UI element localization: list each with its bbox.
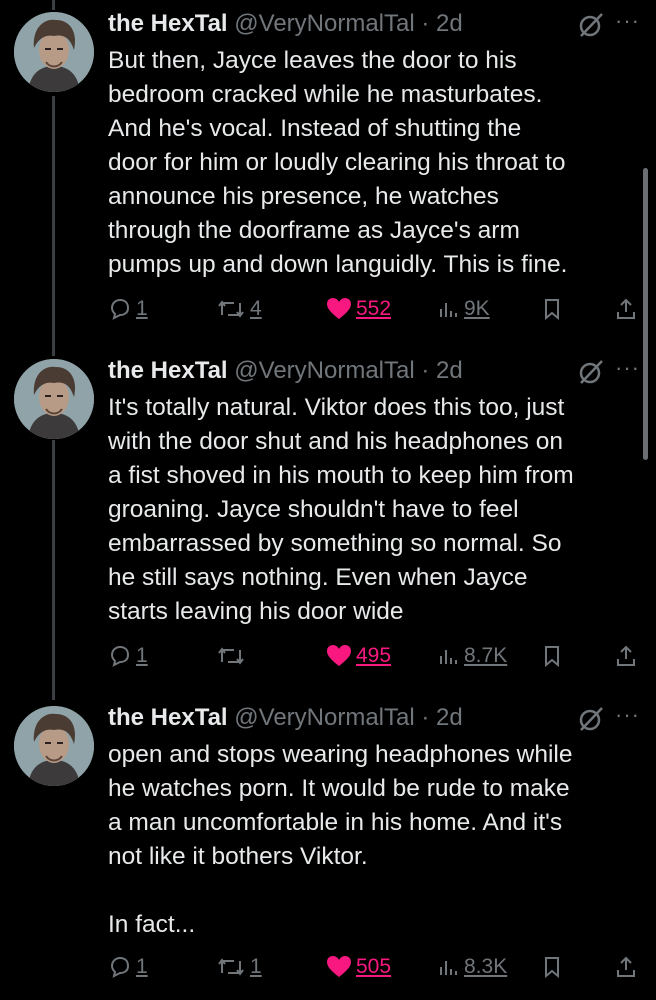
tweet-header: the HexTal @VeryNormalTal · 2d xyxy=(108,704,646,734)
tweet-text: But then, Jayce leaves the door to his b… xyxy=(108,47,568,278)
heart-icon xyxy=(326,955,352,979)
more-icon[interactable]: ··· xyxy=(615,702,640,728)
retweet-icon xyxy=(216,644,246,668)
author-name[interactable]: the HexTal xyxy=(108,10,228,37)
views-button[interactable]: 8.3K xyxy=(436,952,507,982)
action-bar: 1 4 552 9K xyxy=(108,294,648,324)
bookmark-icon xyxy=(540,644,564,668)
reply-count: 1 xyxy=(136,955,148,978)
avatar[interactable] xyxy=(14,359,94,439)
tweet-text: It's totally natural. Viktor does this t… xyxy=(108,394,574,625)
retweet-icon xyxy=(216,297,246,321)
retweet-button[interactable]: 4 xyxy=(216,294,262,324)
more-icon[interactable]: ··· xyxy=(615,355,640,381)
like-button[interactable]: 505 xyxy=(326,952,391,982)
author-handle[interactable]: @VeryNormalTal xyxy=(234,10,414,37)
tweet-header: the HexTal @VeryNormalTal · 2d xyxy=(108,357,646,387)
avatar[interactable] xyxy=(14,12,94,92)
heart-icon xyxy=(326,644,352,668)
bookmark-icon xyxy=(540,955,564,979)
like-button[interactable]: 495 xyxy=(326,641,391,671)
grok-icon[interactable] xyxy=(576,704,606,734)
retweet-button[interactable] xyxy=(216,641,250,671)
reply-button[interactable]: 1 xyxy=(108,294,148,324)
author-name[interactable]: the HexTal xyxy=(108,704,228,731)
like-count: 505 xyxy=(356,955,392,978)
retweet-button[interactable]: 1 xyxy=(216,952,262,982)
action-bar: 1 495 8.7K xyxy=(108,641,648,671)
heart-icon xyxy=(326,297,352,321)
views-button[interactable]: 8.7K xyxy=(436,641,507,671)
separator: · xyxy=(421,704,430,731)
reply-icon xyxy=(108,297,132,321)
views-icon xyxy=(436,644,460,668)
avatar[interactable] xyxy=(14,706,94,786)
like-count: 495 xyxy=(356,644,392,667)
like-count: 552 xyxy=(356,297,392,320)
author-handle[interactable]: @VeryNormalTal xyxy=(234,357,414,384)
like-button[interactable]: 552 xyxy=(326,294,391,324)
views-button[interactable]: 9K xyxy=(436,294,490,324)
timestamp[interactable]: 2d xyxy=(436,10,463,37)
reply-count: 1 xyxy=(136,644,148,667)
views-icon xyxy=(436,297,460,321)
share-icon xyxy=(614,955,638,979)
action-bar: 1 1 505 8.3K xyxy=(108,952,648,982)
author-handle[interactable]: @VeryNormalTal xyxy=(234,704,414,731)
share-button[interactable] xyxy=(614,641,638,671)
separator: · xyxy=(421,10,430,37)
tweet-text: open and stops wearing headphones while … xyxy=(108,741,573,938)
retweet-count: 4 xyxy=(250,297,262,320)
views-count: 8.7K xyxy=(464,644,508,667)
more-icon[interactable]: ··· xyxy=(615,8,640,34)
tweet-header: the HexTal @VeryNormalTal · 2d xyxy=(108,10,646,40)
share-button[interactable] xyxy=(614,294,638,324)
separator: · xyxy=(421,357,430,384)
reply-icon xyxy=(108,955,132,979)
tweet-1[interactable]: the HexTal @VeryNormalTal · 2d ··· But t… xyxy=(0,0,656,345)
share-icon xyxy=(614,297,638,321)
author-name[interactable]: the HexTal xyxy=(108,357,228,384)
grok-icon[interactable] xyxy=(576,357,606,387)
timestamp[interactable]: 2d xyxy=(436,704,463,731)
bookmark-button[interactable] xyxy=(540,641,564,671)
views-icon xyxy=(436,955,460,979)
reply-count: 1 xyxy=(136,297,148,320)
reply-icon xyxy=(108,644,132,668)
retweet-icon xyxy=(216,955,246,979)
share-icon xyxy=(614,644,638,668)
retweet-count: 1 xyxy=(250,955,262,978)
tweet-3[interactable]: the HexTal @VeryNormalTal · 2d ··· open … xyxy=(0,694,656,1000)
share-button[interactable] xyxy=(614,952,638,982)
views-count: 9K xyxy=(464,297,490,320)
reply-button[interactable]: 1 xyxy=(108,641,148,671)
tweet-2[interactable]: the HexTal @VeryNormalTal · 2d ··· It's … xyxy=(0,347,656,692)
bookmark-icon xyxy=(540,297,564,321)
timestamp[interactable]: 2d xyxy=(436,357,463,384)
bookmark-button[interactable] xyxy=(540,294,564,324)
grok-icon[interactable] xyxy=(576,10,606,40)
views-count: 8.3K xyxy=(464,955,508,978)
bookmark-button[interactable] xyxy=(540,952,564,982)
reply-button[interactable]: 1 xyxy=(108,952,148,982)
